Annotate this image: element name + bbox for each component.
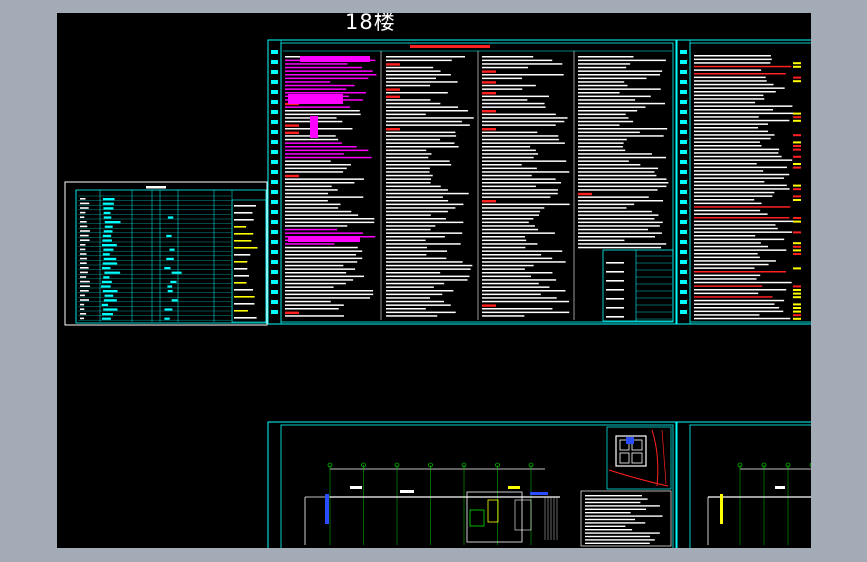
specification-notes: [285, 51, 672, 320]
specification-sheet-right[interactable]: [676, 39, 811, 325]
cad-model-space[interactable]: 18楼: [57, 13, 811, 548]
floor-plan-drawing: [304, 462, 560, 545]
drawing-title-text: 18楼: [345, 13, 396, 34]
floor-plan-sheet[interactable]: [267, 421, 677, 548]
cad-drawing: [64, 39, 811, 548]
cover-sheet-left[interactable]: [64, 181, 268, 326]
floor-plan-sheet-right[interactable]: [676, 421, 811, 548]
index-table: [75, 186, 258, 322]
plan-notes: [585, 495, 663, 544]
floor-plan-drawing-right: [707, 462, 811, 545]
specification-sheet-main[interactable]: [267, 39, 677, 325]
site-key-plan: [606, 426, 672, 490]
specification-notes-right: [680, 50, 801, 320]
